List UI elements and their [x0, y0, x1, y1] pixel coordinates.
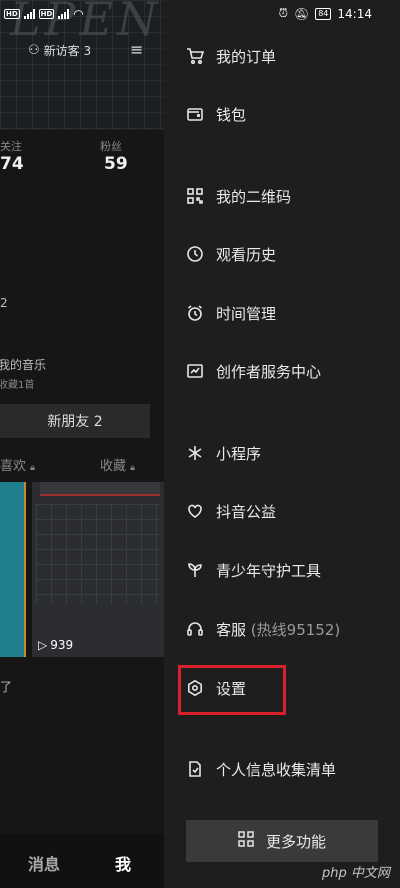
drawer-item-label: 我的订单 — [216, 47, 277, 66]
cart-icon — [186, 47, 204, 65]
nav-me[interactable]: 我 — [115, 851, 131, 875]
drawer-item-qrcode[interactable]: 我的二维码 — [186, 176, 386, 216]
fans-label: 粉丝 — [100, 140, 122, 153]
drawer-item-time-management[interactable]: 时间管理 — [186, 293, 386, 333]
drawer-item-creator-center[interactable]: 创作者服务中心 — [186, 351, 386, 391]
drawer-item-orders[interactable]: 我的订单 — [186, 36, 386, 76]
signal-icon-2 — [58, 9, 70, 19]
drawer-item-label: 观看历史 — [216, 245, 277, 264]
battery-icon: 84 — [315, 7, 332, 20]
following-label: 关注 — [0, 140, 22, 153]
new-visitors-button[interactable]: ⚇ 新访客 3 — [28, 42, 91, 59]
thumbnail-top-bar — [40, 482, 160, 496]
drawer-item-mini-programs[interactable]: 小程序 — [186, 433, 386, 473]
profile-background: LPEN HD HD ◠ ⚇ 新访客 3 ≡ 关注 74 粉丝 59 2 我的音… — [0, 0, 180, 888]
play-count: ▷ 939 — [38, 638, 73, 652]
visitors-icon: ⚇ — [28, 43, 40, 58]
mute-status-icon: 🔕︎ — [293, 6, 310, 21]
more-features-button[interactable]: 更多功能 — [186, 820, 378, 862]
wallet-icon — [186, 105, 204, 123]
drawer-item-charity[interactable]: 抖音公益 — [186, 491, 386, 531]
hd-badge-2: HD — [38, 9, 55, 19]
hamburger-menu-icon[interactable]: ≡ — [130, 40, 143, 59]
status-bar-right: ⏰︎ 🔕︎ 84 14:14 — [279, 6, 372, 21]
customer-service-label: 客服 — [216, 620, 247, 639]
status-bar-left: HD HD ◠ — [0, 4, 84, 24]
grid-icon — [238, 831, 254, 851]
bottom-nav-bar — [0, 834, 180, 888]
drawer-item-label: 小程序 — [216, 444, 262, 463]
lock-icon: 🔒︎ — [130, 463, 135, 473]
new-visitors-label: 新访客 3 — [43, 44, 92, 58]
drawer-item-label: 客服 (热线95152) — [216, 619, 340, 640]
doc-icon — [186, 760, 204, 778]
hotline-text: (热线95152) — [250, 620, 341, 639]
headset-icon — [186, 620, 204, 638]
settings-highlight-box — [178, 665, 286, 715]
drawer-item-label: 个人信息收集清单 — [216, 760, 337, 779]
clock-icon — [186, 245, 204, 263]
nav-messages[interactable]: 消息 — [28, 851, 60, 875]
following-count[interactable]: 74 — [0, 154, 24, 174]
drawer-item-privacy-list[interactable]: 个人信息收集清单 — [186, 749, 386, 789]
music-title[interactable]: 我的音乐 — [0, 356, 46, 373]
play-icon: ▷ — [38, 638, 48, 652]
drawer-item-customer-service[interactable]: 客服 (热线95152) — [186, 609, 386, 649]
tab-favorites[interactable]: 收藏 🔒︎ — [100, 455, 135, 474]
drawer-item-label: 钱包 — [216, 105, 247, 124]
drawer-item-label: 创作者服务中心 — [216, 362, 322, 381]
alarm-icon — [186, 304, 204, 322]
drawer-item-label: 青少年守护工具 — [216, 561, 322, 580]
tab-favorites-label: 收藏 — [100, 459, 127, 474]
video-thumbnail[interactable] — [0, 482, 26, 657]
hd-badge: HD — [4, 9, 20, 19]
video-thumbnail[interactable] — [32, 482, 164, 657]
truncated-text: 了 — [0, 680, 13, 694]
music-subtitle: 收藏1首 — [0, 380, 35, 391]
alarm-status-icon: ⏰︎ — [278, 6, 288, 20]
wifi-icon: ◠ — [73, 7, 84, 21]
sprout-icon — [186, 561, 204, 579]
qr-code-icon — [186, 187, 204, 205]
watermark: php 中文网 — [322, 866, 390, 881]
drawer-item-history[interactable]: 观看历史 — [186, 234, 386, 274]
tab-likes[interactable]: 喜欢 🔒︎ — [0, 455, 35, 474]
clock-time: 14:14 — [337, 6, 372, 21]
signal-icon — [23, 9, 35, 19]
drawer-item-youth-guard[interactable]: 青少年守护工具 — [186, 550, 386, 590]
thumbnail-grid — [36, 504, 160, 604]
chart-icon — [186, 362, 204, 380]
truncated-text: 2 — [0, 296, 8, 310]
tab-likes-label: 喜欢 — [0, 459, 27, 474]
drawer-item-wallet[interactable]: 钱包 — [186, 94, 386, 134]
play-count-value: 939 — [50, 638, 74, 652]
drawer-item-label: 时间管理 — [216, 304, 277, 323]
drawer-item-label: 抖音公益 — [216, 502, 277, 521]
lock-icon: 🔒︎ — [30, 463, 35, 473]
drawer-item-label: 我的二维码 — [216, 187, 292, 206]
more-features-label: 更多功能 — [265, 832, 326, 851]
new-friends-button[interactable]: 新朋友 2 — [0, 404, 150, 438]
fans-count[interactable]: 59 — [104, 154, 128, 174]
asterisk-icon — [186, 444, 204, 462]
heart-icon — [186, 502, 204, 520]
